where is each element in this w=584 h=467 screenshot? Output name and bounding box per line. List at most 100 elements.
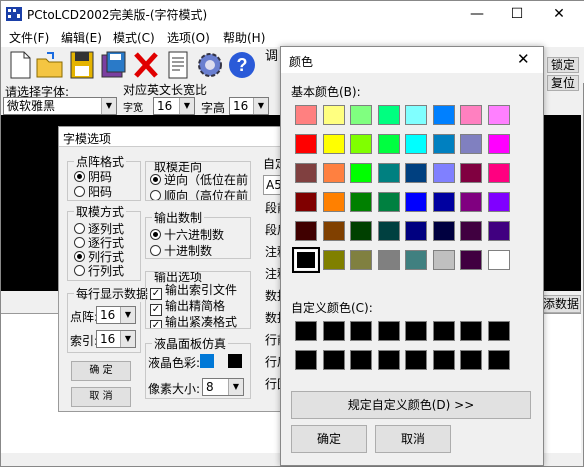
basic-color-swatch[interactable] (295, 134, 317, 154)
custom-color-swatch[interactable] (295, 350, 317, 370)
minimize-button[interactable]: — (457, 1, 497, 27)
basic-color-swatch[interactable] (350, 221, 372, 241)
basic-color-swatch[interactable] (405, 105, 427, 125)
custom-color-swatch[interactable] (322, 350, 345, 370)
document-icon[interactable] (163, 49, 193, 81)
menu-edit[interactable]: 编辑(E) (61, 29, 102, 46)
basic-color-swatch[interactable] (377, 250, 400, 270)
close-icon[interactable]: ✕ (517, 50, 530, 68)
define-custom-colors-button[interactable]: 规定自定义颜色(D) >> (291, 391, 531, 419)
basic-color-swatch[interactable] (322, 105, 345, 125)
basic-color-swatch[interactable] (377, 105, 400, 125)
save-icon[interactable] (67, 49, 97, 81)
basic-color-swatch[interactable] (322, 163, 345, 183)
reset-button[interactable]: 复位 (547, 75, 579, 91)
basic-color-swatch[interactable] (487, 250, 510, 270)
basic-color-swatch[interactable] (460, 221, 482, 241)
custom-color-swatch[interactable] (377, 321, 400, 341)
chk-tight[interactable]: ✓ 输出紧凑格式 (150, 313, 237, 328)
basic-color-swatch[interactable] (292, 247, 320, 273)
menu-options[interactable]: 选项(O) (167, 29, 210, 46)
help-icon[interactable]: ? (227, 49, 257, 81)
custom-color-swatch[interactable] (350, 321, 372, 341)
save-as-icon[interactable] (99, 49, 129, 81)
menu-help[interactable]: 帮助(H) (223, 29, 265, 46)
custom-color-swatch[interactable] (487, 350, 510, 370)
basic-color-swatch[interactable] (405, 250, 427, 270)
basic-color-swatch[interactable] (350, 105, 372, 125)
menu-mode[interactable]: 模式(C) (113, 29, 155, 46)
basic-color-swatch[interactable] (487, 221, 510, 241)
basic-color-swatch[interactable] (432, 221, 455, 241)
basic-color-swatch[interactable] (322, 250, 345, 270)
custom-color-swatch[interactable] (432, 350, 455, 370)
delete-icon[interactable] (131, 49, 161, 81)
basic-color-swatch[interactable] (487, 192, 510, 212)
basic-color-swatch[interactable] (350, 134, 372, 154)
basic-color-swatch[interactable] (377, 221, 400, 241)
basic-color-swatch[interactable] (432, 192, 455, 212)
custom-color-swatch[interactable] (405, 350, 427, 370)
lock-button[interactable]: 锁定 (547, 57, 579, 73)
basic-color-swatch[interactable] (295, 192, 317, 212)
basic-color-swatch[interactable] (405, 192, 427, 212)
lcd-color-swatch-2[interactable] (228, 354, 242, 368)
basic-color-swatch[interactable] (405, 134, 427, 154)
color-cancel-button[interactable]: 取消 (375, 425, 451, 453)
basic-color-swatch[interactable] (460, 134, 482, 154)
radio-forward[interactable]: 顺向（高位在前 (150, 187, 248, 200)
custom-color-swatch[interactable] (487, 321, 510, 341)
maximize-button[interactable]: ☐ (497, 1, 537, 27)
basic-color-swatch[interactable] (295, 221, 317, 241)
basic-color-swatch[interactable] (405, 221, 427, 241)
gear-icon[interactable] (195, 49, 225, 81)
basic-color-swatch[interactable] (460, 163, 482, 183)
custom-color-swatch[interactable] (405, 321, 427, 341)
basic-color-swatch[interactable] (432, 134, 455, 154)
menu-file[interactable]: 文件(F) (9, 29, 49, 46)
basic-color-swatch[interactable] (460, 105, 482, 125)
basic-color-swatch[interactable] (405, 163, 427, 183)
basic-color-swatch[interactable] (295, 163, 317, 183)
basic-color-swatch[interactable] (432, 163, 455, 183)
basic-color-swatch[interactable] (377, 134, 400, 154)
font-select[interactable]: 微软雅黑 ▼ (3, 97, 117, 115)
custom-color-swatch[interactable] (377, 350, 400, 370)
radio-decimal[interactable]: 十进制数 (150, 242, 212, 259)
color-ok-button[interactable]: 确定 (291, 425, 367, 453)
basic-color-swatch[interactable] (350, 192, 372, 212)
basic-color-swatch[interactable] (432, 105, 455, 125)
custom-color-swatch[interactable] (460, 350, 482, 370)
basic-color-swatch[interactable] (460, 192, 482, 212)
height-select[interactable]: 16 ▼ (229, 97, 269, 115)
basic-color-swatch[interactable] (377, 192, 400, 212)
options-cancel-button[interactable]: 取 消 (71, 387, 131, 407)
custom-color-swatch[interactable] (295, 321, 317, 341)
pixel-size-select[interactable]: 8 ▼ (202, 378, 244, 396)
new-file-icon[interactable] (5, 49, 35, 81)
radio-hex[interactable]: 十六进制数 (150, 226, 224, 243)
basic-color-swatch[interactable] (322, 134, 345, 154)
custom-color-swatch[interactable] (432, 321, 455, 341)
radio-row-column[interactable]: 行列式 (74, 262, 124, 279)
basic-color-swatch[interactable] (487, 163, 510, 183)
radio-positive[interactable]: 阳码 (74, 183, 112, 200)
basic-color-swatch[interactable] (460, 250, 482, 270)
custom-color-swatch[interactable] (322, 321, 345, 341)
index-count-select[interactable]: 16 ▼ (96, 330, 136, 348)
basic-color-swatch[interactable] (487, 134, 510, 154)
custom-color-swatch[interactable] (350, 350, 372, 370)
add-data-button[interactable]: 添数据 (541, 295, 581, 313)
close-button[interactable]: ✕ (539, 1, 579, 27)
basic-color-swatch[interactable] (487, 105, 510, 125)
basic-color-swatch[interactable] (322, 192, 345, 212)
open-folder-icon[interactable] (35, 49, 65, 81)
basic-color-swatch[interactable] (432, 250, 455, 270)
custom-color-swatch[interactable] (460, 321, 482, 341)
basic-color-swatch[interactable] (322, 221, 345, 241)
dot-count-select[interactable]: 16 ▼ (96, 306, 136, 324)
basic-color-swatch[interactable] (295, 105, 317, 125)
basic-color-swatch[interactable] (350, 163, 372, 183)
radio-reverse[interactable]: 逆向（低位在前 (150, 171, 248, 188)
options-ok-button[interactable]: 确 定 (71, 361, 131, 381)
